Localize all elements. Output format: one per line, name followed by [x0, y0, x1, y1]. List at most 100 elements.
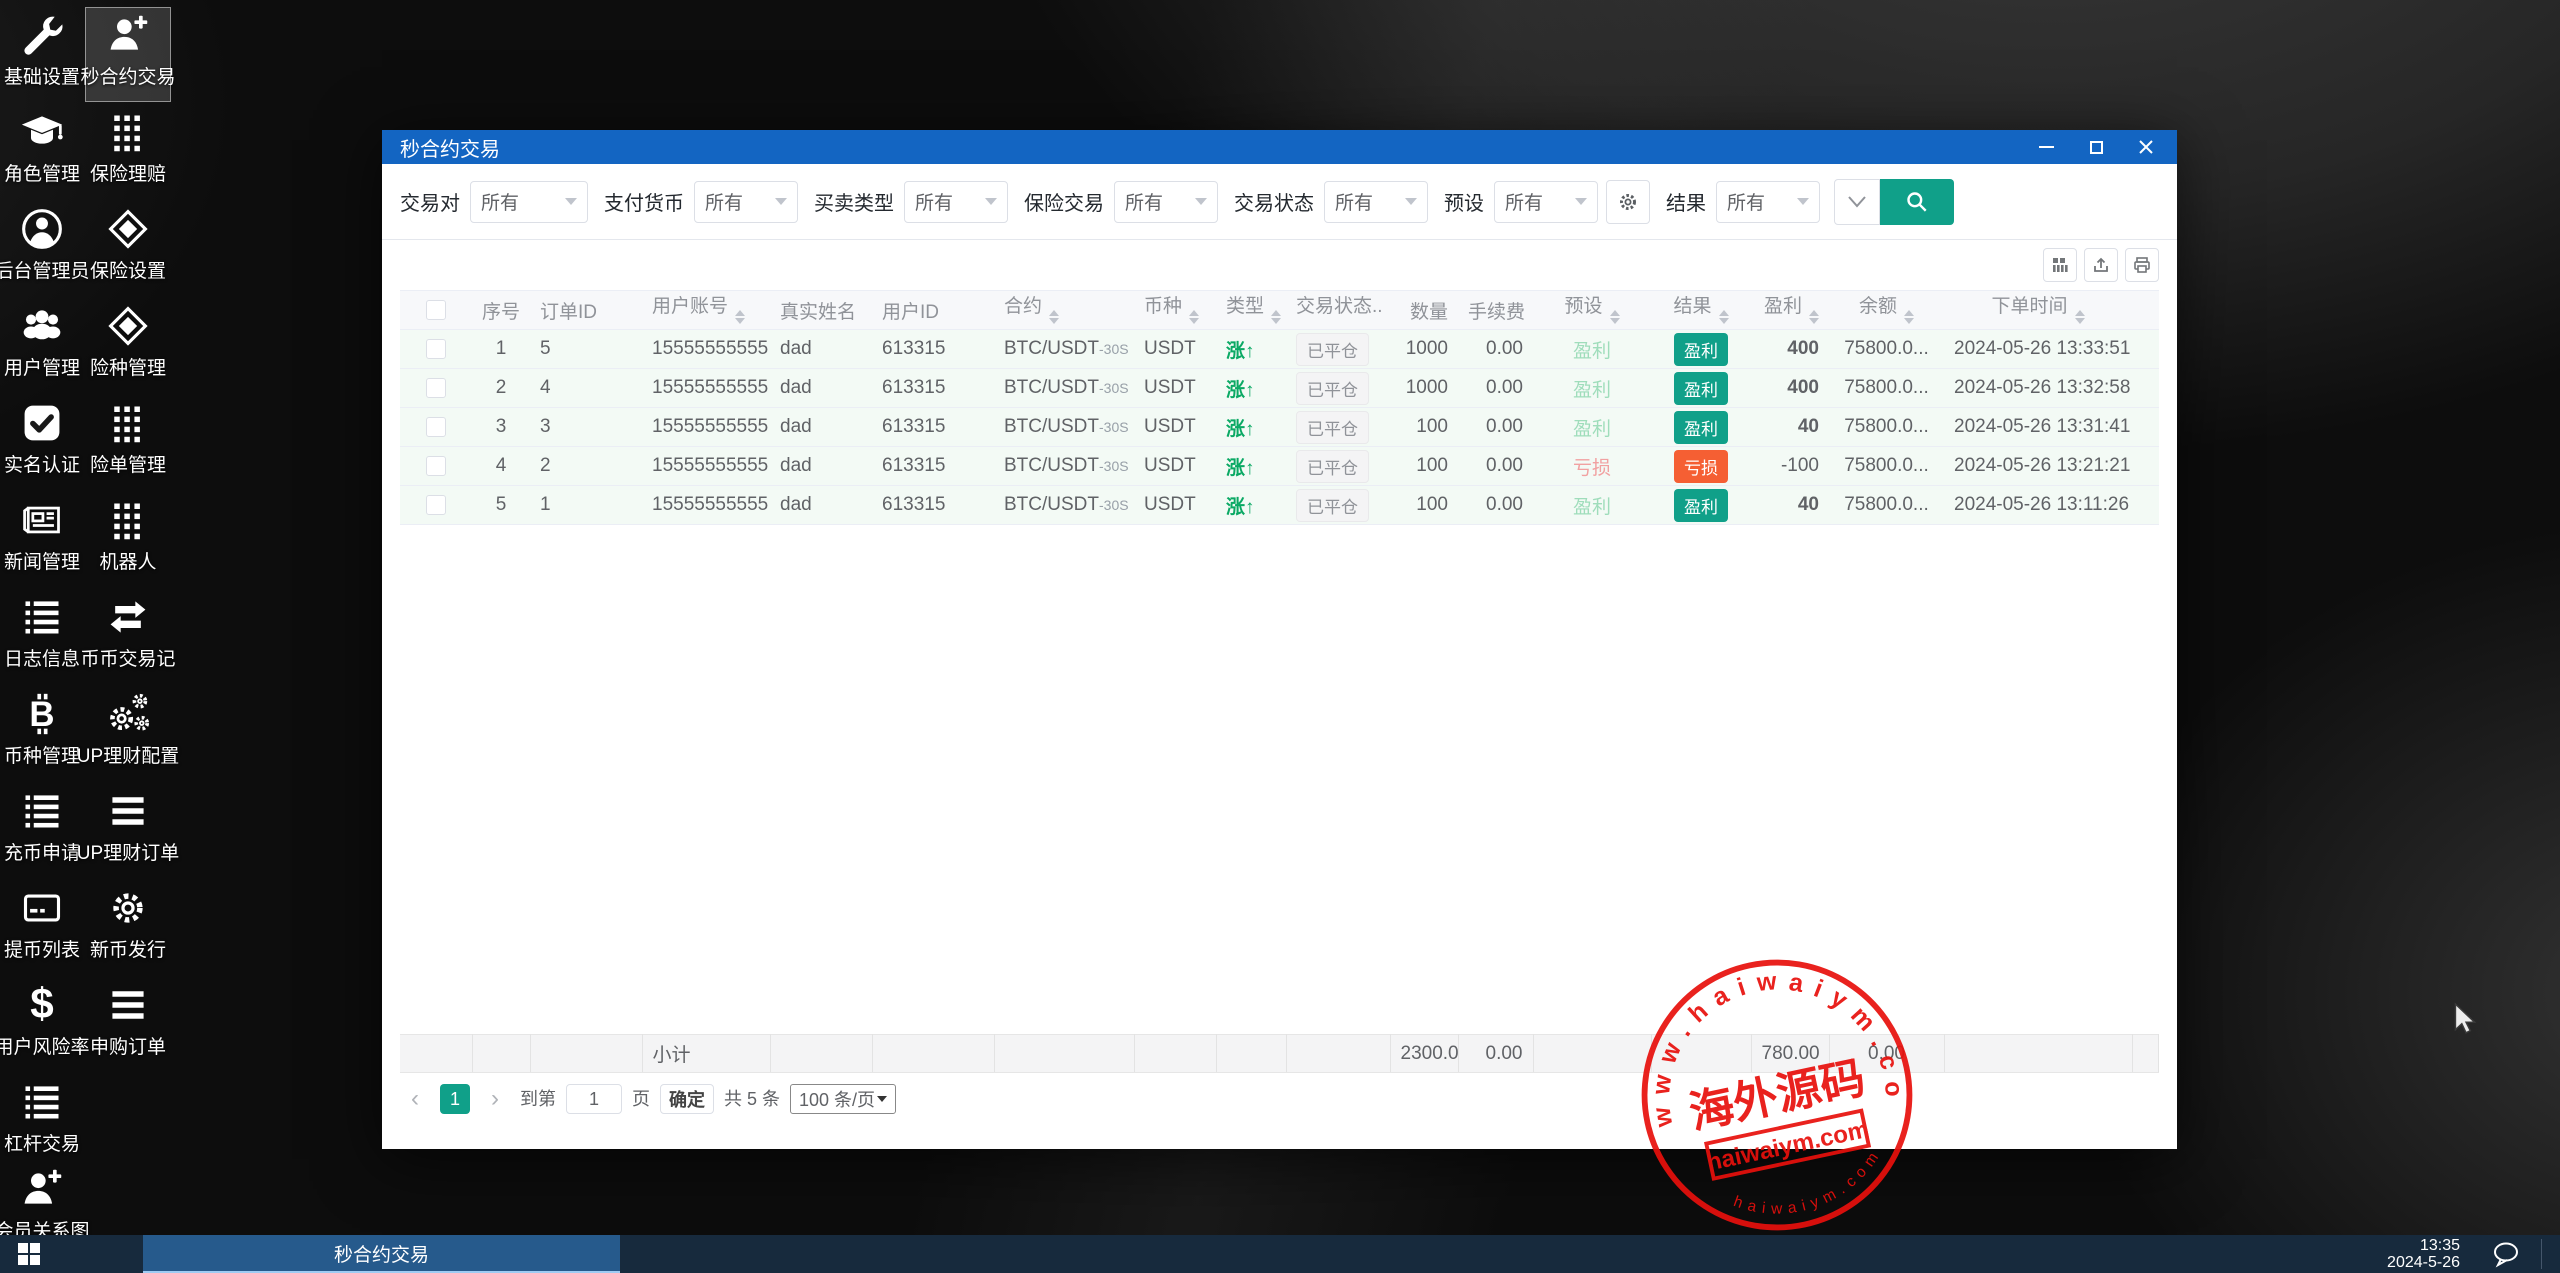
row-checkbox[interactable] [426, 456, 446, 476]
desktop-icon-up-finance-orders[interactable]: UP理财订单 [86, 784, 170, 877]
desktop-icon-admin[interactable]: 后台管理员 [0, 202, 84, 295]
row-checkbox[interactable] [426, 378, 446, 398]
desktop-icon-subscription-orders[interactable]: 申购订单 [86, 978, 170, 1071]
more-filters-button[interactable] [1834, 179, 1880, 225]
col-header-status[interactable]: 交易状态.. [1286, 291, 1390, 330]
select-all-checkbox[interactable] [426, 300, 446, 320]
page-1-button[interactable]: 1 [440, 1084, 470, 1114]
desktop-icon-news[interactable]: 新闻管理 [0, 493, 84, 586]
filter-bar: 交易对 所有 支付货币 所有 买卖类型 所有 保险交易 所有 交易状态 所有 预… [382, 164, 2177, 240]
col-header-coin[interactable]: 币种 [1134, 291, 1216, 330]
export-button[interactable] [2084, 248, 2118, 282]
columns-icon [2050, 255, 2070, 275]
filter-label: 保险交易 [1024, 187, 1104, 216]
result-badge: 盈利 [1674, 489, 1728, 522]
columns-button[interactable] [2043, 248, 2077, 282]
start-button[interactable] [0, 1235, 58, 1273]
desktop-icon-coins[interactable]: B 币种管理 [0, 687, 84, 780]
close-button[interactable] [2121, 130, 2171, 164]
row-checkbox[interactable] [426, 417, 446, 437]
desktop-icon-leverage[interactable]: 杠杆交易 [0, 1075, 84, 1168]
desktop-icon-deposit[interactable]: 充币申请 [0, 784, 84, 877]
desktop-icon-risk-types[interactable]: 险种管理 [86, 299, 170, 392]
row-checkbox[interactable] [426, 495, 446, 515]
col-header-balance[interactable]: 余额 [1829, 291, 1944, 330]
preset-label: 盈利 [1573, 380, 1611, 401]
preset-select[interactable]: 所有 [1494, 181, 1598, 223]
taskbar-clock[interactable]: 13:35 2024-5-26 [2387, 1235, 2460, 1273]
table-row[interactable]: 4 2 15555555555 dad 613315 BTC/USDT-30S … [400, 447, 2159, 486]
sort-icon[interactable] [2075, 305, 2085, 329]
desktop-icon-coin-trade-log[interactable]: 币币交易记 [86, 590, 170, 683]
jump-unit-label: 页 [632, 1084, 650, 1114]
show-desktop-strip[interactable] [2541, 1239, 2542, 1269]
result-select[interactable]: 所有 [1716, 181, 1820, 223]
result-badge: 亏损 [1674, 450, 1728, 483]
desktop-icon-user-management[interactable]: 用户管理 [0, 299, 84, 392]
desktop-icon-policy-management[interactable]: 险单管理 [86, 396, 170, 489]
page-size-select[interactable]: 100 条/页 [790, 1084, 896, 1114]
col-header-preset[interactable]: 预设 [1533, 291, 1651, 330]
desktop-icon-label: 基础设置 [4, 62, 80, 89]
desktop-icon-label: 日志信息 [4, 644, 80, 671]
desktop-icon-insurance-settings[interactable]: 保险设置 [86, 202, 170, 295]
row-checkbox[interactable] [426, 339, 446, 359]
direction-up-label: 涨↑ [1226, 458, 1255, 479]
desktop-icon-kyc[interactable]: 实名认证 [0, 396, 84, 489]
desktop-icon-basic-settings[interactable]: 基础设置 [0, 8, 84, 101]
sort-icon[interactable] [1049, 305, 1059, 329]
desktop-icon-robot[interactable]: 机器人 [86, 493, 170, 586]
admin-user-icon [20, 207, 64, 251]
page-jump-input[interactable]: 1 [566, 1084, 622, 1114]
wrench-icon [20, 13, 64, 57]
desktop-icon-new-coin-issue[interactable]: 新币发行 [86, 881, 170, 974]
search-button[interactable] [1880, 179, 1954, 225]
taskbar-app-second-contract[interactable]: 秒合约交易 [143, 1235, 620, 1273]
col-header-contract[interactable]: 合约 [994, 291, 1134, 330]
col-header-result[interactable]: 结果 [1651, 291, 1751, 330]
desktop-icon-risk-rate[interactable]: $ 用户风险率 [0, 978, 84, 1071]
swap-arrows-icon [106, 595, 150, 639]
notifications-button[interactable] [2492, 1240, 2520, 1273]
desktop-icon-second-contract[interactable]: 秒合约交易 [86, 8, 170, 101]
user-add-icon [106, 13, 150, 57]
sort-icon[interactable] [1904, 305, 1914, 329]
table-row[interactable]: 2 4 15555555555 dad 613315 BTC/USDT-30S … [400, 369, 2159, 408]
confirm-button[interactable]: 确定 [660, 1084, 714, 1114]
col-header-order-time[interactable]: 下单时间 [1944, 291, 2132, 330]
table-row[interactable]: 1 5 15555555555 dad 613315 BTC/USDT-30S … [400, 330, 2159, 369]
window-titlebar[interactable]: 秒合约交易 [382, 130, 2177, 164]
sort-icon[interactable] [1271, 305, 1281, 329]
sort-icon[interactable] [1809, 305, 1819, 329]
select-value: 所有 [705, 188, 743, 215]
mouse-cursor [2448, 1002, 2482, 1036]
next-page-button[interactable]: › [480, 1084, 510, 1114]
sort-icon[interactable] [1719, 305, 1729, 329]
table-row[interactable]: 3 3 15555555555 dad 613315 BTC/USDT-30S … [400, 408, 2159, 447]
desktop-icon-logs[interactable]: 日志信息 [0, 590, 84, 683]
pay-currency-select[interactable]: 所有 [694, 181, 798, 223]
select-value: 所有 [481, 188, 519, 215]
desktop-icon-label: 新闻管理 [4, 547, 80, 574]
print-button[interactable] [2125, 248, 2159, 282]
desktop-icon-withdraw[interactable]: 提币列表 [0, 881, 84, 974]
result-badge: 盈利 [1674, 333, 1728, 366]
desktop-icon-up-finance-config[interactable]: UP理财配置 [86, 687, 170, 780]
col-header-profit[interactable]: 盈利 [1751, 291, 1829, 330]
pair-select[interactable]: 所有 [470, 181, 588, 223]
sort-icon[interactable] [1189, 305, 1199, 329]
table-row[interactable]: 5 1 15555555555 dad 613315 BTC/USDT-30S … [400, 486, 2159, 525]
sort-icon[interactable] [1610, 305, 1620, 329]
preset-settings-button[interactable] [1606, 180, 1650, 224]
col-header-account[interactable]: 用户账号 [642, 291, 770, 330]
trade-type-select[interactable]: 所有 [904, 181, 1008, 223]
desktop-icon-insurance-claims[interactable]: 保险理赔 [86, 105, 170, 198]
maximize-button[interactable] [2071, 130, 2121, 164]
sort-icon[interactable] [735, 305, 745, 329]
trade-status-select[interactable]: 所有 [1324, 181, 1428, 223]
insurance-select[interactable]: 所有 [1114, 181, 1218, 223]
prev-page-button[interactable]: ‹ [400, 1084, 430, 1114]
desktop-icon-role-management[interactable]: 角色管理 [0, 105, 84, 198]
col-header-type[interactable]: 类型 [1216, 291, 1286, 330]
minimize-button[interactable] [2021, 130, 2071, 164]
